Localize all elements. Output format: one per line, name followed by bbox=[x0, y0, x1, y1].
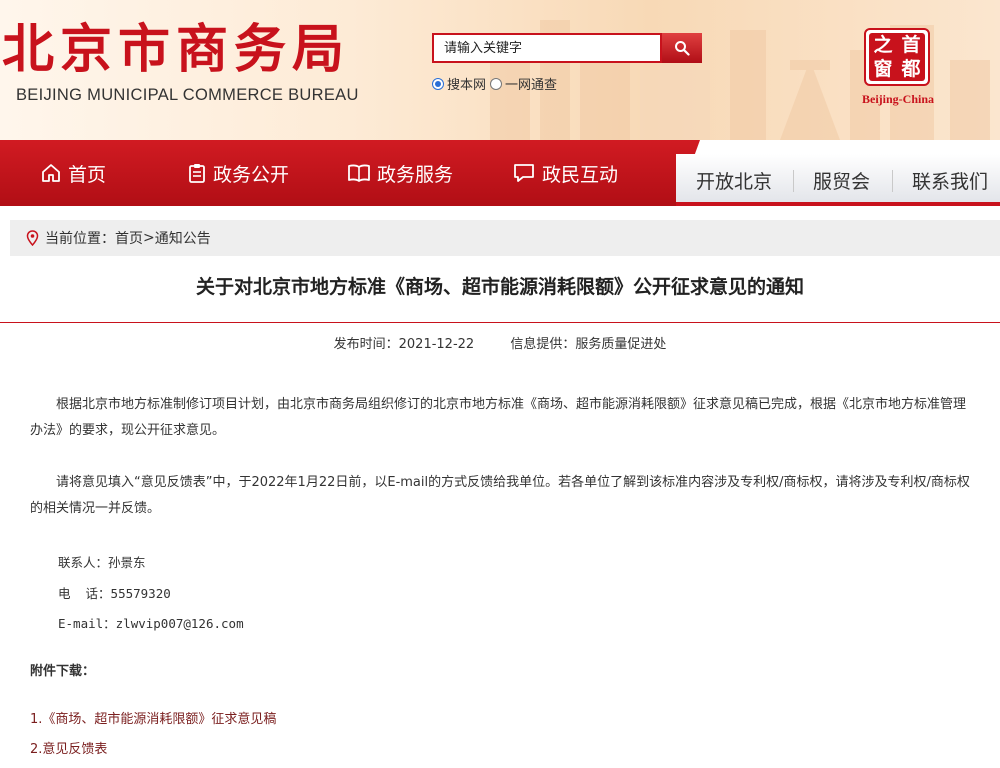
nav-item-label: 首页 bbox=[68, 163, 107, 186]
main-nav: 首页 政务公开 政务服务 政民互动 开放北京 服贸会 联系我们 bbox=[0, 140, 1000, 210]
attachment-link-feedback-form[interactable]: 2.意见反馈表 bbox=[30, 738, 107, 757]
article-paragraph: 根据北京市地方标准制修订项目计划，由北京市商务局组织修订的北京市地方标准《商场、… bbox=[30, 397, 967, 438]
radio-selected-icon[interactable] bbox=[432, 77, 444, 90]
badge-seal: 之 首 窗 都 bbox=[869, 33, 925, 81]
nav-item-contact-us[interactable]: 联系我们 bbox=[912, 154, 988, 206]
search-scope-site-label: 搜本网 bbox=[447, 78, 487, 93]
article-meta: 发布时间：2021-12-22 信息提供：服务质量促进处 bbox=[0, 333, 1000, 352]
search-box bbox=[432, 33, 662, 63]
search-icon bbox=[675, 41, 690, 56]
article-title: 关于对北京市地方标准《商场、超市能源消耗限额》公开征求意见的通知 bbox=[195, 276, 804, 298]
search-scope-options: 搜本网 一网通查 bbox=[432, 74, 561, 93]
source-value: 服务质量促进处 bbox=[575, 337, 667, 352]
book-icon bbox=[348, 164, 370, 182]
location-pin-icon bbox=[26, 230, 39, 246]
search-scope-site[interactable]: 搜本网 bbox=[432, 74, 486, 93]
nav-item-label: 政务服务 bbox=[377, 163, 454, 186]
site-logo-english: BEIJING MUNICIPAL COMMERCE BUREAU bbox=[16, 86, 359, 104]
nav-item-label: 政务公开 bbox=[213, 163, 290, 186]
badge-char: 窗 bbox=[873, 58, 893, 80]
search-button[interactable] bbox=[662, 33, 702, 63]
nav-item-home[interactable]: 首页 bbox=[40, 140, 106, 206]
breadcrumb-separator: > bbox=[143, 230, 155, 246]
publish-info: 发布时间：2021-12-22 bbox=[334, 337, 475, 352]
attachments-heading: 附件下载： bbox=[30, 664, 96, 679]
breadcrumb-current-link[interactable]: 通知公告 bbox=[155, 228, 211, 248]
nav-divider bbox=[892, 170, 893, 192]
radio-unselected-icon[interactable] bbox=[490, 77, 503, 90]
badge-caption: Beijing-China bbox=[861, 92, 934, 106]
site-header: 北京市商务局 BEIJING MUNICIPAL COMMERCE BUREAU… bbox=[0, 0, 1000, 140]
breadcrumb: 当前位置： 首页 > 通知公告 bbox=[10, 220, 1000, 256]
badge-char: 之 bbox=[873, 34, 893, 56]
search-input[interactable] bbox=[434, 35, 660, 61]
breadcrumb-home-link[interactable]: 首页 bbox=[115, 228, 143, 248]
nav-item-gov-services[interactable]: 政务服务 bbox=[347, 140, 453, 206]
article-paragraph: 请将意见填入“意见反馈表”中，于2022年1月22日前，以E-mail的方式反馈… bbox=[30, 475, 970, 516]
publish-date: 2021-12-22 bbox=[398, 337, 475, 352]
search-scope-all[interactable]: 一网通查 bbox=[490, 74, 557, 93]
search-scope-all-label: 一网通查 bbox=[505, 78, 558, 93]
nav-item-open-beijing[interactable]: 开放北京 bbox=[696, 154, 772, 206]
publish-label: 发布时间： bbox=[333, 337, 399, 352]
nav-item-ciftis[interactable]: 服贸会 bbox=[813, 154, 870, 206]
source-label: 信息提供： bbox=[510, 337, 576, 352]
chat-icon bbox=[514, 164, 534, 182]
site-logo-chinese[interactable]: 北京市商务局 bbox=[2, 20, 350, 80]
source-info: 信息提供：服务质量促进处 bbox=[510, 337, 666, 352]
home-icon bbox=[42, 164, 60, 182]
attachment-link-draft[interactable]: 1.《商场、超市能源消耗限额》征求意见稿 bbox=[30, 708, 276, 727]
badge-char: 首 bbox=[901, 34, 921, 56]
nav-divider bbox=[793, 170, 794, 192]
nav-item-gov-affairs[interactable]: 政务公开 bbox=[187, 140, 289, 206]
breadcrumb-prefix: 当前位置： bbox=[45, 231, 115, 247]
title-divider bbox=[0, 322, 1000, 323]
nav-item-label: 政民互动 bbox=[542, 163, 619, 186]
clipboard-icon bbox=[189, 164, 205, 183]
nav-item-interaction[interactable]: 政民互动 bbox=[512, 140, 618, 206]
contact-phone: 电 话：55579320 bbox=[58, 586, 171, 601]
contact-person: 联系人：孙景东 bbox=[58, 555, 146, 570]
capital-window-badge[interactable]: 之 首 窗 都 bbox=[864, 28, 930, 86]
badge-char: 都 bbox=[901, 58, 921, 80]
contact-email: E-mail：zlwvip007@126.com bbox=[58, 616, 244, 631]
